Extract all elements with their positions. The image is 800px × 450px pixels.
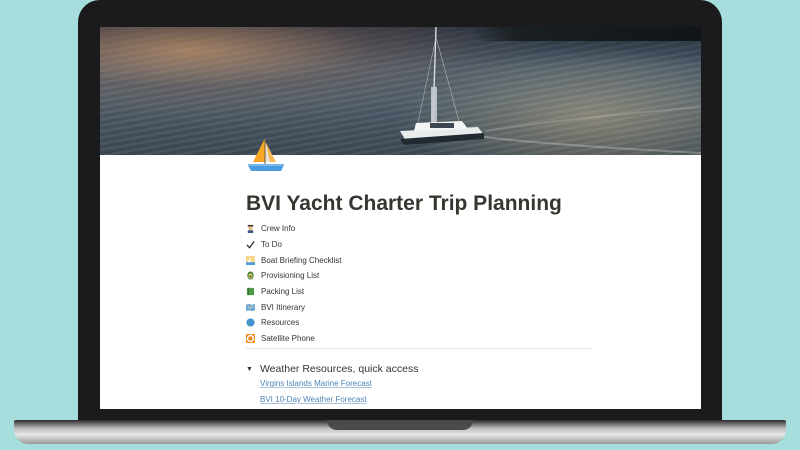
link-marine-forecast[interactable]: Virgins Islands Marine Forecast [260, 379, 372, 388]
notion-page: BVI Yacht Charter Trip Planning Crew Inf… [100, 27, 701, 409]
link-label: BVI Itinerary [261, 302, 306, 312]
link-label: Packing List [261, 287, 305, 297]
catamaran-illustration [400, 27, 701, 154]
divider [246, 348, 592, 349]
link-provisioning-list[interactable]: Provisioning List [246, 268, 626, 284]
link-bvi-itinerary[interactable]: BVI Itinerary [246, 299, 626, 315]
green-book-icon [246, 287, 255, 296]
link-label: Satellite Phone [261, 334, 315, 344]
link-crew-info[interactable]: Crew Info [246, 221, 626, 237]
sailor-icon [247, 225, 254, 234]
link-resources[interactable]: Resources [246, 315, 626, 331]
page-title: BVI Yacht Charter Trip Planning [246, 192, 562, 215]
page-links-list: Crew Info To Do Boat Briefing Checklist … [246, 221, 626, 347]
lifebuoy-icon [246, 334, 255, 344]
link-label: Boat Briefing Checklist [261, 255, 342, 265]
sunset-boat-icon [246, 255, 255, 265]
toggle-heading: Weather Resources, quick access [259, 363, 419, 375]
link-label: Crew Info [261, 224, 296, 234]
sailboat-icon [248, 138, 284, 171]
globe-icon [246, 318, 255, 328]
link-packing-list[interactable]: Packing List [246, 284, 626, 300]
link-label: To Do [261, 240, 282, 250]
link-label: Resources [261, 318, 300, 328]
link-10-day-forecast[interactable]: BVI 10-Day Weather Forecast [260, 395, 367, 404]
cover-image [100, 27, 701, 155]
map-icon [246, 303, 255, 311]
toggle-triangle-icon[interactable]: ▼ [246, 366, 253, 373]
laptop-hinge-notch [327, 420, 473, 430]
link-to-do[interactable]: To Do [246, 237, 626, 253]
checkmark-icon [246, 240, 255, 249]
weather-toggle[interactable]: ▼ Weather Resources, quick access [246, 363, 418, 375]
link-label: Provisioning List [261, 271, 320, 281]
link-boat-briefing-checklist[interactable]: Boat Briefing Checklist [246, 252, 626, 268]
avocado-icon [247, 271, 254, 280]
link-satellite-phone[interactable]: Satellite Phone [246, 331, 626, 347]
